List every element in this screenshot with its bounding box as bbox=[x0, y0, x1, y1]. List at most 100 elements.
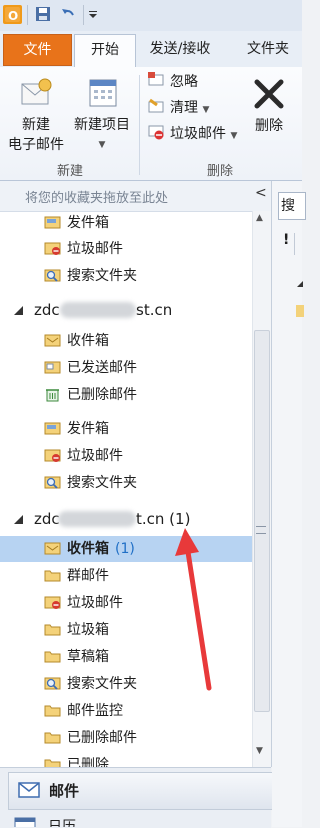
search-folder-icon bbox=[44, 676, 61, 691]
folder-icon bbox=[44, 622, 61, 637]
folder-item[interactable]: 搜索文件夹 bbox=[0, 470, 252, 496]
junk-icon bbox=[44, 448, 61, 463]
folder-item[interactable]: 垃圾邮件 bbox=[0, 236, 252, 262]
favorites-hint-bar: 将您的收藏夹拖放至此处 < bbox=[0, 181, 271, 212]
folder-item[interactable]: 收件箱 (1) bbox=[0, 536, 252, 562]
junk-icon bbox=[44, 595, 61, 610]
inbox-icon bbox=[44, 333, 61, 348]
chevron-down-icon: ▼ bbox=[230, 131, 238, 141]
cleanup-icon bbox=[148, 98, 164, 114]
nav-mail-label: 邮件 bbox=[49, 782, 80, 800]
folder-label: 收件箱 bbox=[67, 331, 109, 351]
account-name-suffix: st.cn bbox=[136, 301, 173, 319]
folder-icon bbox=[44, 703, 61, 718]
expand-icon[interactable] bbox=[297, 281, 303, 287]
nav-mail-button[interactable]: 邮件 bbox=[8, 772, 273, 810]
folder-label: 垃圾邮件 bbox=[67, 239, 123, 259]
junk-mail-icon bbox=[148, 124, 164, 140]
folder-label: 草稿箱 bbox=[67, 647, 109, 667]
cleanup-button[interactable]: 清理 ▼ bbox=[170, 97, 209, 117]
folder-icon bbox=[44, 757, 61, 767]
calendar-icon bbox=[14, 817, 36, 827]
folder-label: 收件箱 (1) bbox=[67, 539, 135, 559]
delete-button[interactable]: 删除 bbox=[249, 115, 289, 135]
folder-item[interactable]: 收件箱 bbox=[0, 328, 252, 354]
folder-label: 搜索文件夹 bbox=[67, 473, 137, 493]
new-email-button[interactable]: 新建 电子邮件 bbox=[4, 115, 68, 155]
account-name-prefix: zdc bbox=[34, 510, 60, 528]
undo-icon[interactable] bbox=[60, 6, 76, 22]
folder-item[interactable]: 草稿箱 bbox=[0, 644, 252, 670]
new-items-button[interactable]: 新建项目 ▼ bbox=[70, 115, 134, 155]
folder-name: 已删除邮件 bbox=[67, 387, 137, 403]
unread-count: (1) bbox=[115, 541, 135, 557]
deleted-icon bbox=[44, 387, 61, 402]
folder-name: 已删除邮件 bbox=[67, 730, 137, 746]
group-label-new: 新建 bbox=[56, 164, 83, 179]
folder-label: 已删除 bbox=[67, 755, 109, 767]
account-name-suffix: t.cn (1) bbox=[136, 510, 191, 528]
junk-label: 垃圾邮件 bbox=[170, 126, 226, 142]
search-box[interactable]: 搜 bbox=[278, 192, 306, 220]
ignore-button[interactable]: 忽略 bbox=[170, 71, 198, 91]
folder-label: 已删除邮件 bbox=[67, 385, 137, 405]
folder-label: 已发送邮件 bbox=[67, 358, 137, 378]
tab-folder[interactable]: 文件夹 bbox=[234, 34, 302, 64]
importance-column[interactable]: ! bbox=[283, 232, 289, 248]
tab-send-receive[interactable]: 发送/接收 bbox=[140, 34, 220, 64]
expand-triangle-icon[interactable] bbox=[14, 515, 23, 524]
new-items-label: 新建项目 bbox=[74, 117, 130, 133]
folder-item[interactable]: 邮件监控 bbox=[0, 698, 252, 724]
save-icon[interactable] bbox=[35, 6, 51, 22]
collapse-pane-button[interactable]: < bbox=[255, 185, 267, 201]
cleanup-label: 清理 bbox=[170, 100, 198, 116]
scroll-grip-icon bbox=[256, 526, 266, 534]
column-divider bbox=[294, 233, 295, 255]
mail-icon bbox=[18, 781, 40, 799]
new-items-icon[interactable] bbox=[86, 76, 122, 112]
folder-name: 草稿箱 bbox=[67, 649, 109, 665]
folder-label: 邮件监控 bbox=[67, 701, 123, 721]
folder-item[interactable]: 搜索文件夹 bbox=[0, 671, 252, 697]
account-header[interactable]: zdc t.cn (1) bbox=[0, 506, 252, 532]
folder-name: 邮件监控 bbox=[67, 703, 123, 719]
delete-x-icon[interactable] bbox=[251, 76, 287, 112]
folder-item[interactable]: 搜索文件夹 bbox=[0, 263, 252, 289]
folder-item[interactable]: 垃圾箱 bbox=[0, 617, 252, 643]
folder-item[interactable]: 群邮件 bbox=[0, 563, 252, 589]
folder-item[interactable]: 已删除邮件 bbox=[0, 725, 252, 751]
chevron-down-icon: ▼ bbox=[202, 105, 210, 115]
tab-home[interactable]: 开始 bbox=[74, 34, 136, 68]
folder-name: 垃圾邮件 bbox=[67, 241, 123, 257]
scroll-down-icon[interactable]: ▼ bbox=[256, 746, 263, 756]
account-header[interactable]: zdc st.cn bbox=[0, 297, 252, 323]
folder-item[interactable]: 已删除 bbox=[0, 752, 252, 767]
folder-name: 搜索文件夹 bbox=[67, 268, 137, 284]
customize-qat-icon[interactable] bbox=[88, 6, 104, 22]
folder-name: 发件箱 bbox=[67, 421, 109, 437]
folder-item[interactable]: 垃圾邮件 bbox=[0, 590, 252, 616]
folder-name: 发件箱 bbox=[67, 215, 109, 231]
scroll-up-icon[interactable]: ▲ bbox=[256, 213, 263, 223]
folder-item[interactable]: 发件箱 bbox=[0, 210, 252, 236]
folder-label: 发件箱 bbox=[67, 213, 109, 233]
sent-icon bbox=[44, 360, 61, 375]
tab-file[interactable]: 文件 bbox=[3, 34, 72, 66]
nav-calendar[interactable]: 日历 bbox=[48, 817, 76, 827]
folder-icon bbox=[44, 730, 61, 745]
junk-button[interactable]: 垃圾邮件 ▼ bbox=[170, 123, 237, 143]
folder-item[interactable]: 已发送邮件 bbox=[0, 355, 252, 381]
folder-label: 发件箱 bbox=[67, 419, 109, 439]
expand-triangle-icon[interactable] bbox=[14, 306, 23, 315]
group-label-delete: 删除 bbox=[206, 164, 233, 179]
new-email-icon[interactable] bbox=[18, 76, 54, 112]
folder-item[interactable]: 发件箱 bbox=[0, 416, 252, 442]
folder-name: 搜索文件夹 bbox=[67, 475, 137, 491]
folder-name: 垃圾邮件 bbox=[67, 595, 123, 611]
new-email-label-1: 新建 bbox=[22, 117, 50, 133]
folder-item[interactable]: 已删除邮件 bbox=[0, 382, 252, 408]
folder-label: 垃圾箱 bbox=[67, 620, 109, 640]
folder-item[interactable]: 垃圾邮件 bbox=[0, 443, 252, 469]
outbox-icon bbox=[44, 421, 61, 436]
scrollbar-thumb[interactable] bbox=[254, 330, 270, 712]
